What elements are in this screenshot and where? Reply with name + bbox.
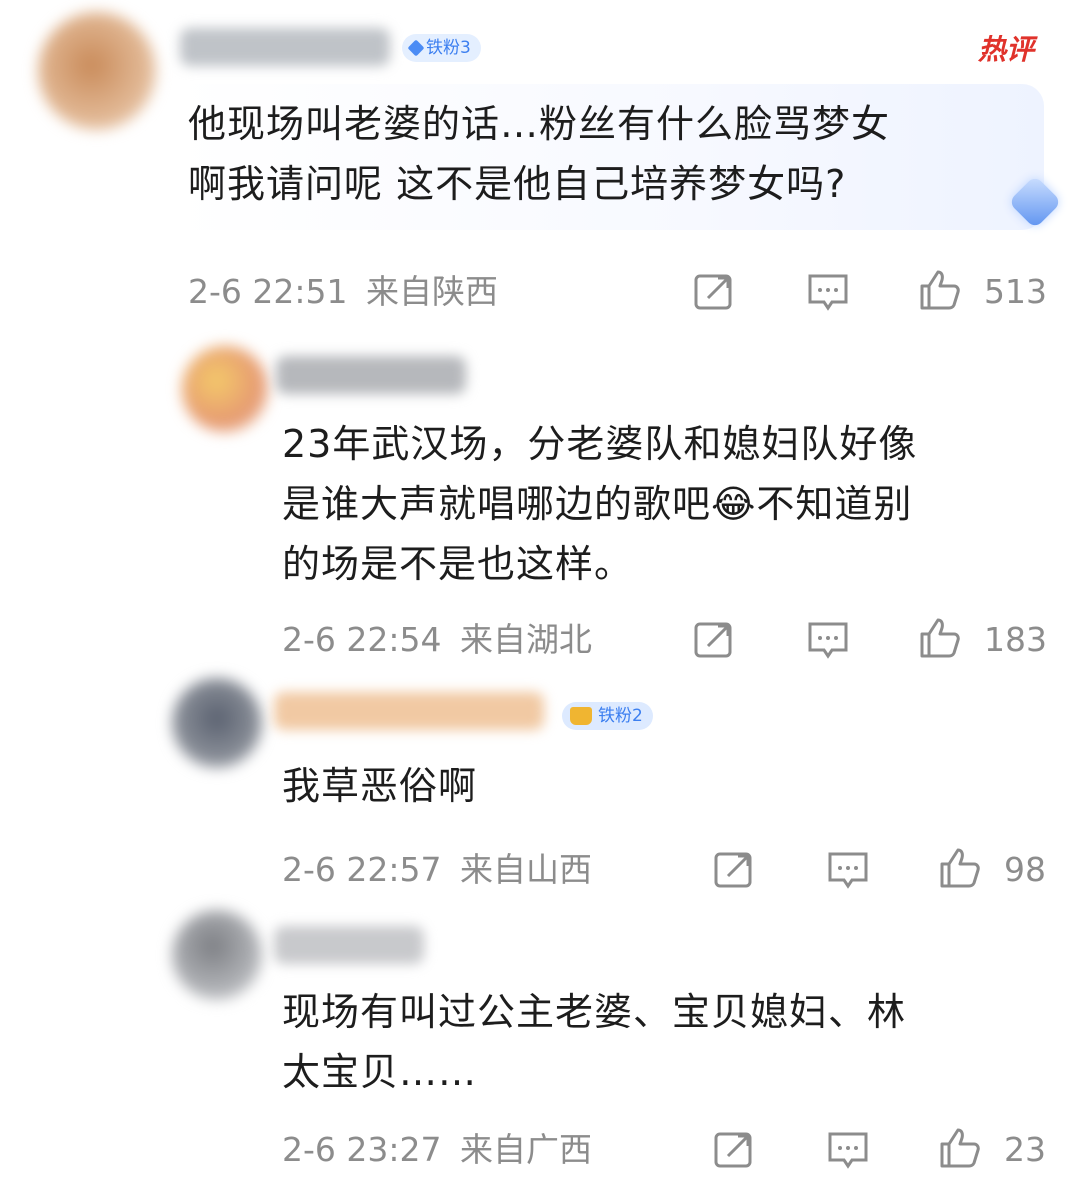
share-icon[interactable] xyxy=(692,618,736,662)
like-count: 98 xyxy=(1004,850,1046,889)
comment-text-line: 现场有叫过公主老婆、宝贝媳妇、林 xyxy=(282,990,907,1034)
comment-text-line: 太宝贝…… xyxy=(282,1050,478,1094)
thumbs-up-icon[interactable] xyxy=(938,1126,982,1170)
comment-location: 来自陕西 xyxy=(366,272,498,311)
share-icon[interactable] xyxy=(692,270,736,314)
username-blurred[interactable] xyxy=(274,926,424,964)
comment-time: 2-6 22:54 xyxy=(282,620,442,659)
comment-meta: 2-6 22:54 来自湖北 xyxy=(282,620,592,660)
comment-icon[interactable] xyxy=(806,270,850,314)
comment-meta: 2-6 22:57 来自山西 xyxy=(282,850,592,890)
comment-icon[interactable] xyxy=(806,618,850,662)
comment-text: 现场有叫过公主老婆、宝贝媳妇、林 太宝贝…… xyxy=(282,982,906,1102)
comment-icon[interactable] xyxy=(826,848,870,892)
comment-time: 2-6 23:27 xyxy=(282,1130,442,1169)
comment-meta: 2-6 23:27 来自广西 xyxy=(282,1130,592,1170)
avatar[interactable] xyxy=(38,12,156,130)
comment-time: 2-6 22:57 xyxy=(282,850,442,889)
fan-badge-label: 铁粉2 xyxy=(598,706,643,726)
comment-text: 他现场叫老婆的话…粉丝有什么脸骂梦女 啊我请问呢 这不是他自己培养梦女吗? xyxy=(188,94,890,214)
diamond-icon xyxy=(407,39,425,57)
comment-text: 23年武汉场，分老婆队和媳妇队好像 是谁大声就唱哪边的歌吧😂不知道别 的场是不是… xyxy=(282,414,917,594)
comment-text-line: 他现场叫老婆的话…粉丝有什么脸骂梦女 xyxy=(188,102,891,146)
share-icon[interactable] xyxy=(712,848,756,892)
fan-badge[interactable]: 铁粉3 xyxy=(402,34,481,62)
thumbs-up-icon[interactable] xyxy=(918,268,962,312)
username-blurred[interactable] xyxy=(276,356,466,394)
fan-badge[interactable]: 铁粉2 xyxy=(562,702,653,730)
comment-location: 来自广西 xyxy=(460,1130,592,1169)
like-count: 183 xyxy=(984,620,1047,659)
crown-icon xyxy=(570,707,592,725)
username-blurred[interactable] xyxy=(180,28,390,66)
avatar[interactable] xyxy=(172,678,262,768)
comment-text-line: 的场是不是也这样。 xyxy=(282,542,634,586)
username-blurred[interactable] xyxy=(274,692,544,730)
comment-meta: 2-6 22:51 来自陕西 xyxy=(188,272,498,312)
avatar[interactable] xyxy=(172,910,262,1000)
comment-text-line: 啊我请问呢 这不是他自己培养梦女吗? xyxy=(188,162,847,206)
comment-text: 我草恶俗啊 xyxy=(282,756,477,816)
like-count: 513 xyxy=(984,272,1047,311)
comment-text-line: 23年武汉场，分老婆队和媳妇队好像 xyxy=(282,422,918,466)
comment-text-line: 我草恶俗啊 xyxy=(282,764,478,808)
comment-text-line: 是谁大声就唱哪边的歌吧😂不知道别 xyxy=(282,482,913,526)
thumbs-up-icon[interactable] xyxy=(938,846,982,890)
comment-location: 来自湖北 xyxy=(460,620,592,659)
comment-time: 2-6 22:51 xyxy=(188,272,348,311)
avatar[interactable] xyxy=(182,346,268,432)
comment-icon[interactable] xyxy=(826,1128,870,1172)
hot-comment-label: 热评 xyxy=(977,33,1034,66)
share-icon[interactable] xyxy=(712,1128,756,1172)
comment-location: 来自山西 xyxy=(460,850,592,889)
fan-badge-label: 铁粉3 xyxy=(426,38,471,58)
like-count: 23 xyxy=(1004,1130,1046,1169)
thumbs-up-icon[interactable] xyxy=(918,616,962,660)
